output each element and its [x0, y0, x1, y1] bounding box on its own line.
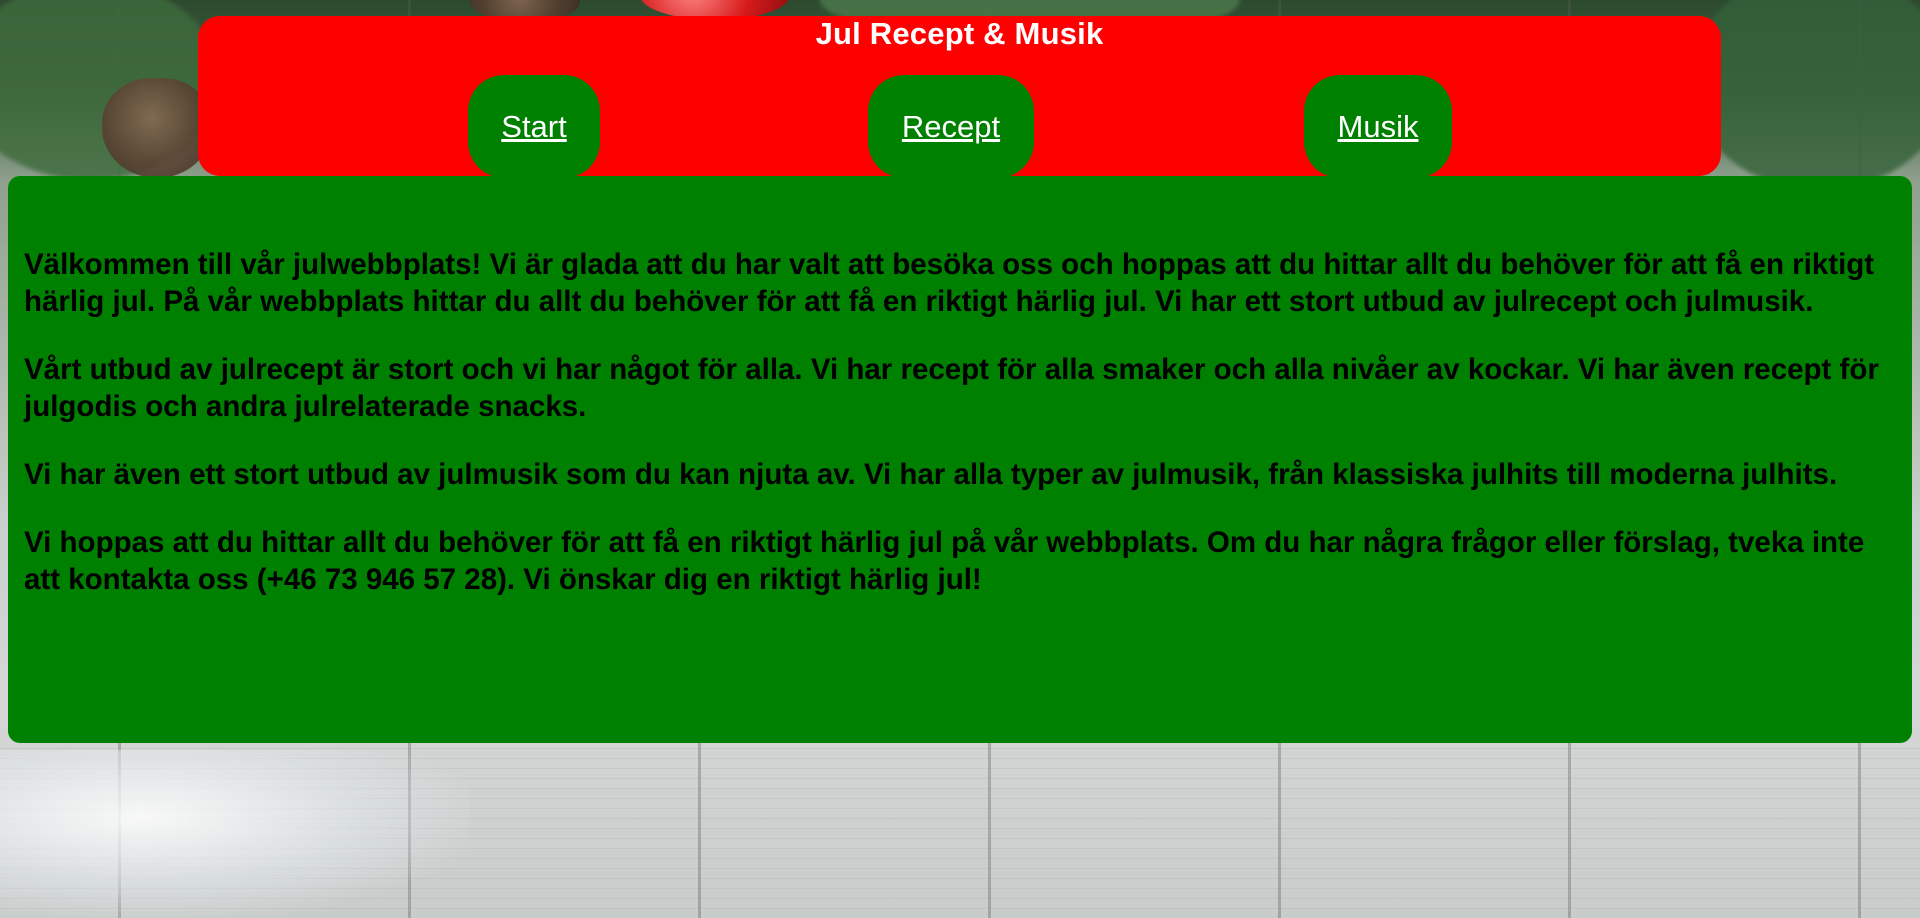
nav-link-start[interactable]: Start: [501, 109, 566, 145]
pine-cone-icon: [102, 78, 212, 178]
nav-button-recept[interactable]: Recept: [868, 75, 1034, 178]
nav-link-recept[interactable]: Recept: [902, 109, 1000, 145]
page: Jul Recept & Musik Start Recept Musik Vä…: [0, 0, 1920, 918]
nav-button-musik[interactable]: Musik: [1304, 75, 1452, 178]
snow-decoration: [0, 750, 470, 918]
recipes-paragraph: Vårt utbud av julrecept är stort och vi …: [24, 353, 1879, 423]
site-title: Jul Recept & Musik: [815, 16, 1104, 51]
nav-button-start[interactable]: Start: [468, 75, 600, 178]
nav-link-musik[interactable]: Musik: [1338, 109, 1419, 145]
main-content: Välkommen till vår julwebbplats! Vi är g…: [8, 176, 1912, 743]
music-paragraph: Vi har även ett stort utbud av julmusik …: [24, 458, 1838, 491]
site-header: Jul Recept & Musik Start Recept Musik: [198, 16, 1721, 178]
pine-branch-right: [1690, 0, 1920, 190]
intro-paragraph: Välkommen till vår julwebbplats! Vi är g…: [24, 248, 1875, 318]
contact-paragraph: Vi hoppas att du hittar allt du behöver …: [24, 526, 1865, 596]
